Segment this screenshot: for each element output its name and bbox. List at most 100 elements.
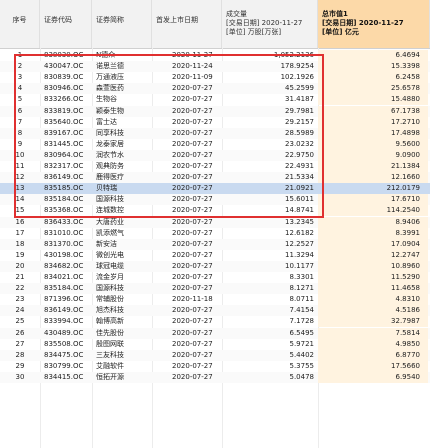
table-row[interactable]: 20 834682.OC 球冠电缆 2020-07-27 10.1177 10.8960 [0,260,430,272]
table-row[interactable]: 2 430047.OC 诺思兰德 2020-11-24 178.9254 15.3398 [0,61,430,73]
row-date: 2020-07-27 [172,150,213,159]
row-volume: 8.1271 [289,284,315,293]
row-date: 2020-07-27 [172,217,213,226]
table-row[interactable]: 10 830964.OC 润农节水 2020-07-27 22.9750 9.0900 [0,149,430,161]
row-date: 2020-11-18 [172,295,213,304]
header-code-label: 证券代码 [44,16,72,24]
table-row[interactable]: 25 833994.OC 翰博高新 2020-07-27 7.1728 32.7987 [0,316,430,328]
header-market-cap-unit: [单位] 亿元 [322,28,359,36]
row-name: 生物谷 [96,95,117,104]
row-code: 871396.OC [44,295,84,304]
row-date: 2020-07-27 [172,162,213,170]
row-name: 龙泰家居 [96,139,124,148]
row-seq: 6 [17,106,23,115]
table-row[interactable]: 29 830799.OC 艾融软件 2020-07-27 5.3755 17.5660 [0,360,430,372]
row-volume: 31.4187 [285,95,314,104]
row-name: 翰博高新 [96,317,124,326]
row-volume: 102.1926 [280,73,314,82]
row-seq: 10 [15,150,25,159]
header-market-cap[interactable]: 总市值1 [交易日期] 2020-11-27 [单位] 亿元 [318,0,430,48]
row-code: 430489.OC [44,328,84,337]
row-name: 微创光电 [96,250,124,259]
table-row[interactable]: 17 831010.OC 凯添燃气 2020-07-27 12.6182 8.3991 [0,227,430,239]
row-seq: 28 [15,350,25,359]
table-row[interactable]: 18 831370.OC 新安洁 2020-07-27 12.2527 17.0904 [0,238,430,250]
table-row[interactable]: 26 430489.OC 佳先股份 2020-07-27 6.5495 7.5814 [0,327,430,339]
row-date: 2020-07-27 [172,117,213,126]
data-table: 序号 证券代码 证券简称 首发上市日期 成交量 [交易日期] 2020-11-2… [0,0,430,448]
header-code[interactable]: 证券代码 [40,0,92,48]
table-row[interactable]: 23 871396.OC 常辅股份 2020-11-18 8.0711 4.8310 [0,294,430,306]
row-date: 2020-07-27 [172,139,213,148]
table-row[interactable]: 12 836149.OC 鹿得医疗 2020-07-27 21.5334 12.1660 [0,172,430,184]
table-row[interactable]: 3 830839.OC 万通液压 2020-11-09 102.1926 6.2458 [0,72,430,84]
row-volume: 13.2345 [285,217,314,226]
row-volume: 5.4402 [289,350,315,359]
row-date: 2020-11-27 [172,51,213,59]
row-code: 834475.OC [44,350,84,359]
row-market-cap: 6.9540 [318,371,428,383]
row-market-cap: 7.5814 [318,327,428,339]
row-date: 2020-07-27 [172,206,213,215]
row-seq: 12 [15,173,25,182]
row-date: 2020-11-24 [172,62,213,71]
row-code: 430198.OC [44,250,84,259]
header-list-date[interactable]: 首发上市日期 [152,0,222,48]
row-volume: 7.1728 [289,317,315,326]
table-row[interactable]: 28 834475.OC 三友科技 2020-07-27 5.4402 6.8770 [0,349,430,361]
table-row[interactable]: 27 835508.OC 殷图网联 2020-07-27 5.9721 4.9850 [0,338,430,350]
row-code: 834415.OC [44,372,84,381]
row-seq: 5 [17,95,23,104]
table-row[interactable]: 22 835184.OC 国源科技 2020-07-27 8.1271 11.4658 [0,283,430,295]
row-seq: 18 [15,239,25,248]
row-market-cap: 25.6578 [318,83,428,95]
row-date: 2020-07-27 [172,284,213,293]
row-market-cap: 17.2710 [318,116,428,128]
table-row[interactable]: 11 832317.OC 观典防务 2020-07-27 22.4931 21.1384 [0,161,430,173]
row-seq: 8 [17,128,23,137]
header-volume-title: 成交量 [226,10,247,18]
row-name: 新安洁 [96,239,117,248]
header-name[interactable]: 证券简称 [92,0,152,48]
row-date: 2020-07-27 [172,350,213,359]
table-row[interactable]: 24 836149.OC 旭杰科技 2020-07-27 7.4154 4.5186 [0,305,430,317]
row-name: 万通液压 [96,73,124,82]
table-row[interactable]: 8 839167.OC 同享科技 2020-07-27 28.5989 17.4898 [0,127,430,139]
table-row[interactable]: 5 833266.OC 生物谷 2020-07-27 31.4187 15.4880 [0,94,430,106]
table-row[interactable]: 21 834021.OC 流金岁月 2020-07-27 8.3301 11.5290 [0,272,430,284]
header-seq[interactable]: 序号 [0,0,40,48]
table-row[interactable]: 19 430198.OC 微创光电 2020-07-27 11.3294 12.2747 [0,249,430,261]
row-seq: 3 [17,73,23,82]
row-seq: 9 [17,139,23,148]
row-code: 430047.OC [44,62,84,71]
row-date: 2020-07-27 [172,128,213,137]
table-row[interactable]: 14 835184.OC 国源科技 2020-07-27 15.6011 17.6710 [0,194,430,206]
row-name: 流金岁月 [96,273,124,281]
row-volume: 11.3294 [285,250,314,259]
row-date: 2020-07-27 [172,261,213,270]
row-name: 凯添燃气 [96,228,124,237]
row-date: 2020-07-27 [172,239,213,248]
row-market-cap: 11.5290 [318,272,428,284]
table-row[interactable]: 6 833819.OC 颖泰生物 2020-07-27 29.7981 67.1738 [0,105,430,117]
row-name: 森萱医药 [96,84,124,93]
header-volume[interactable]: 成交量 [交易日期] 2020-11-27 [单位] 万股[万张] [222,0,318,48]
table-row[interactable]: 15 835368.OC 连城数控 2020-07-27 14.8741 114.2540 [0,205,430,217]
row-date: 2020-07-27 [172,317,213,326]
row-volume: 5.3755 [289,361,315,370]
table-row[interactable]: 13 835185.OC 贝特瑞 2020-07-27 21.0921 212.0179 [0,183,430,195]
table-row[interactable]: 9 831445.OC 龙泰家居 2020-07-27 23.0232 9.5600 [0,138,430,150]
row-name: 颖泰生物 [96,106,124,115]
row-code: 835184.OC [44,284,84,293]
row-code: 833266.OC [44,95,84,104]
row-volume: 178.9254 [280,62,314,71]
table-row[interactable]: 7 835640.OC 富士达 2020-07-27 29.2157 17.2710 [0,116,430,128]
table-row[interactable]: 1 838030.OC N德众 2020-11-27 1,052.2136 6.4694 [0,50,430,62]
table-row[interactable]: 4 830946.OC 森萱医药 2020-07-27 45.2599 25.6578 [0,83,430,95]
header-name-label: 证券简称 [96,16,124,24]
row-name: 同享科技 [96,128,124,137]
table-row[interactable]: 16 836433.OC 大唐药业 2020-07-27 13.2345 8.9406 [0,216,430,228]
table-row[interactable]: 30 834415.OC 恒拓开源 2020-07-27 5.0478 6.9540 [0,371,430,383]
row-code: 832317.OC [44,162,84,170]
row-date: 2020-07-27 [172,84,213,93]
